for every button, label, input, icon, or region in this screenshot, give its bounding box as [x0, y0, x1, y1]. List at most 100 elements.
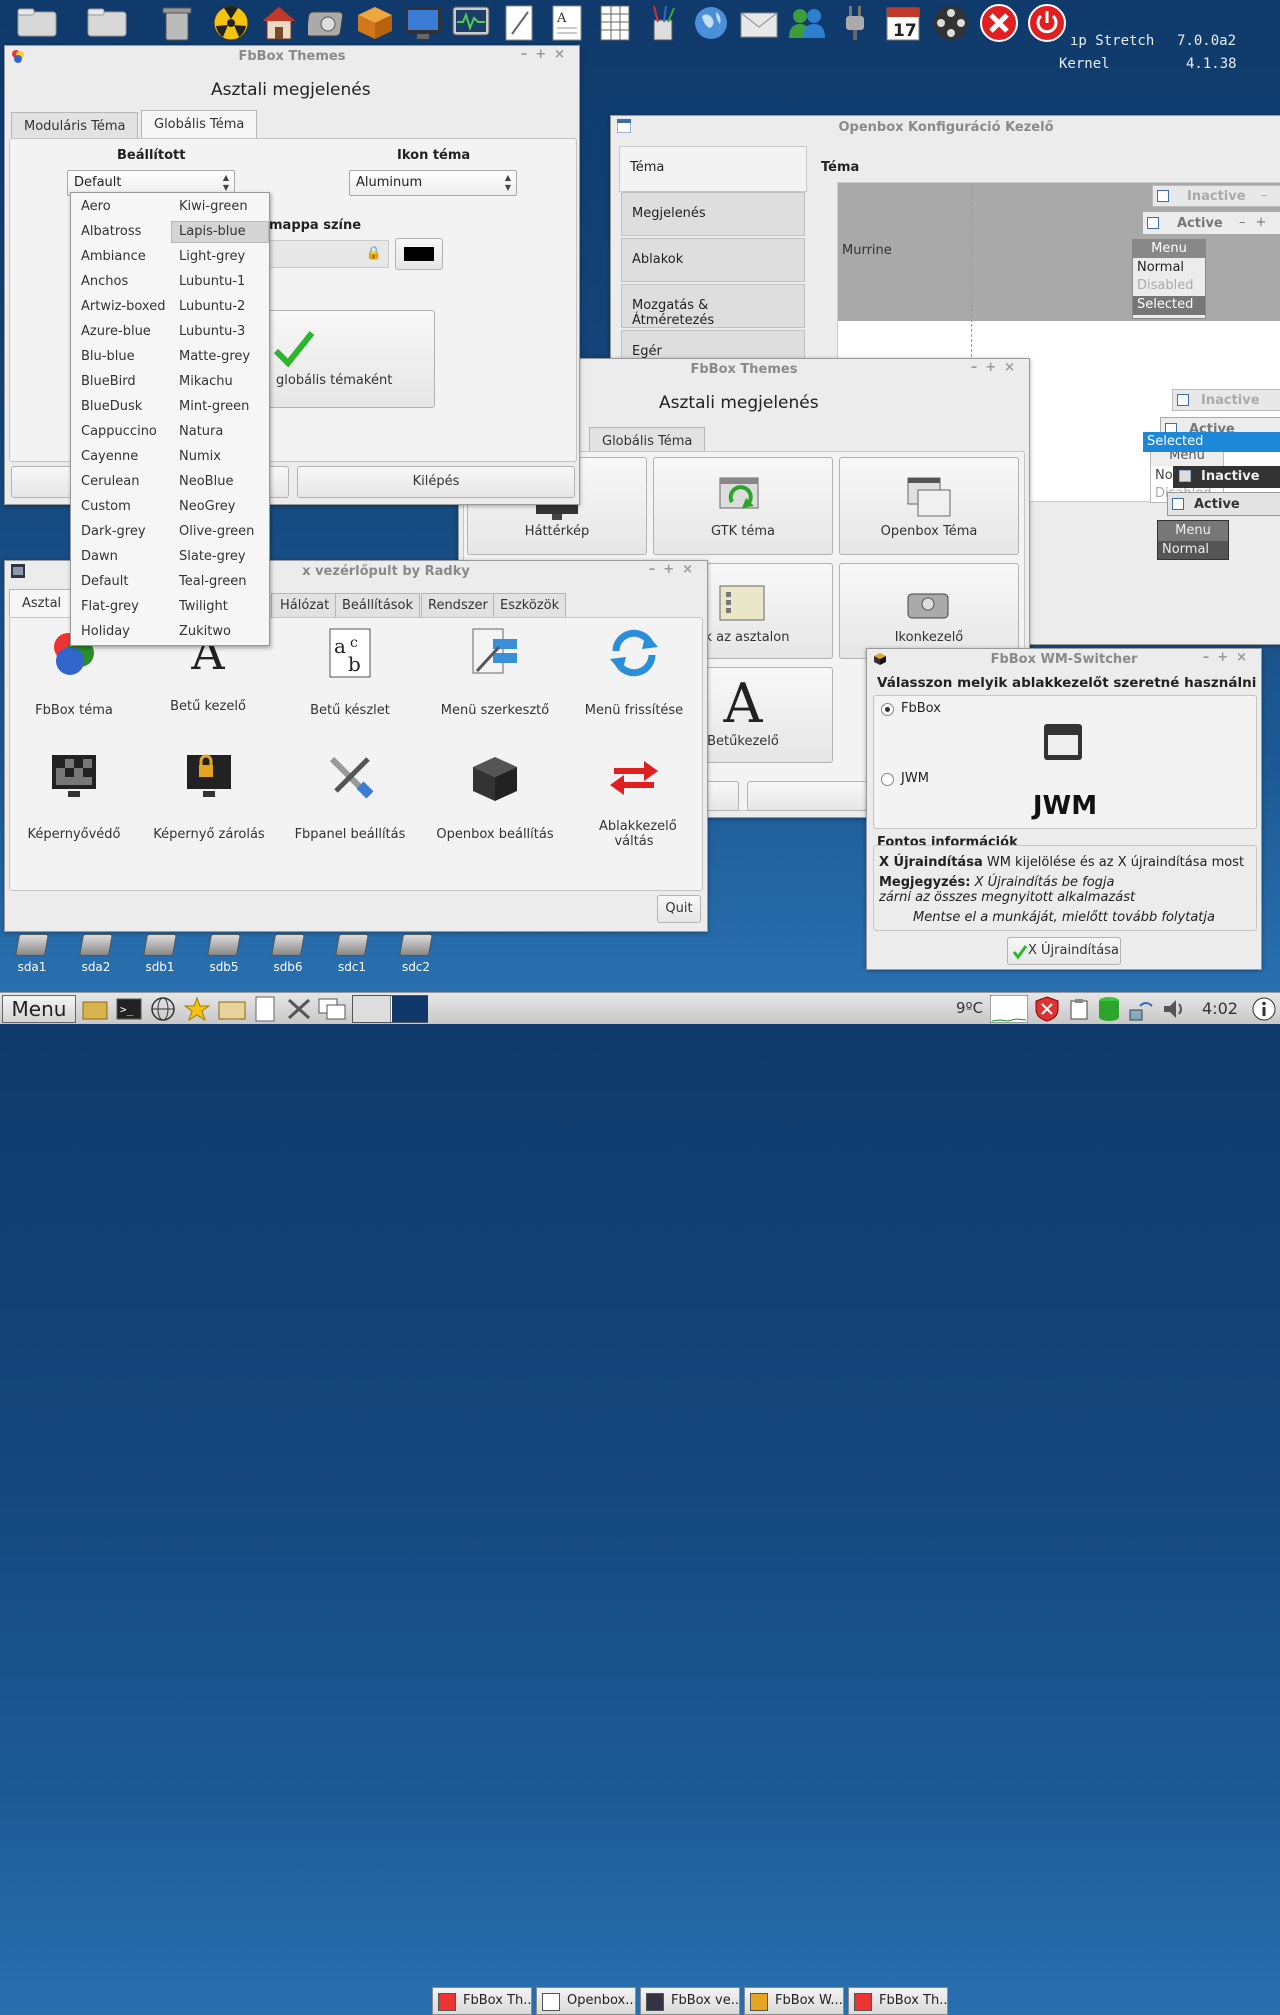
drive-icon-sdb6[interactable]: sdb6 — [266, 934, 310, 974]
ablakkezelo-valtas-item[interactable]: Ablakkezelő váltás — [575, 749, 693, 849]
home-icon[interactable] — [258, 2, 300, 44]
drive-icon-sda1[interactable]: sda1 — [10, 934, 54, 974]
tab-asztal[interactable]: Asztal — [9, 589, 75, 617]
dropdown-item[interactable]: Cerulean — [81, 474, 139, 489]
terminal-icon[interactable]: >_ — [116, 998, 142, 1020]
dropdown-item[interactable]: Zukitwo — [179, 624, 231, 639]
shield-icon[interactable] — [1034, 996, 1060, 1022]
drive-icon-sdc2[interactable]: sdc2 — [394, 934, 438, 974]
taskbar-task[interactable]: FbBox Th... — [432, 1987, 532, 2015]
package-icon[interactable] — [354, 2, 396, 44]
dropdown-item[interactable]: Holiday — [81, 624, 130, 639]
dropdown-item[interactable]: Lubuntu-1 — [179, 274, 245, 289]
dropdown-item[interactable]: Twilight — [179, 599, 228, 614]
dropdown-item[interactable]: BlueBird — [81, 374, 136, 389]
spreadsheet-icon[interactable] — [594, 2, 636, 44]
dropdown-item[interactable]: Default — [81, 574, 129, 589]
theme-dropdown-list[interactable]: Aero Albatross Ambiance Anchos Artwiz-boxed A… — [70, 192, 270, 646]
kepernyo-zarolas-item[interactable]: Képernyő zárolás — [149, 749, 269, 845]
globe-icon[interactable] — [690, 2, 732, 44]
x-restart-button[interactable]: X Újraindítása — [1007, 937, 1121, 965]
drive-icon-sdb5[interactable]: sdb5 — [202, 934, 246, 974]
dropdown-item[interactable]: Matte-grey — [179, 349, 250, 364]
tab-beallitasok[interactable]: Beállítások — [335, 593, 421, 617]
ob-sidebar-item-megjelenes[interactable]: Megjelenés — [621, 192, 805, 236]
text-editor-icon[interactable] — [498, 2, 540, 44]
clipboard-icon[interactable] — [1070, 998, 1088, 1020]
close-red-icon[interactable] — [978, 2, 1020, 44]
browser-globe-icon[interactable] — [150, 997, 176, 1021]
icon-theme-combo[interactable]: Aluminum ▲ ▼ — [349, 170, 517, 196]
dropdown-item[interactable]: Cappuccino — [81, 424, 157, 439]
tab-halozat[interactable]: Hálózat — [271, 593, 339, 617]
openbox-beallitas-item[interactable]: Openbox beállítás — [431, 749, 559, 845]
betu-keszlet-item[interactable]: a c b Betű készlet — [291, 625, 409, 721]
workspace-pager[interactable] — [352, 995, 428, 1023]
ob-sidebar-item-mozgatas[interactable]: Mozgatás & Átméretezés — [621, 284, 805, 328]
drive-icon-sdc1[interactable]: sdc1 — [330, 934, 374, 974]
dropdown-item[interactable]: NeoGrey — [179, 499, 236, 514]
dropdown-item[interactable]: Lapis-blue — [179, 224, 246, 239]
fbpanel-beallitas-item[interactable]: Fbpanel beállítás — [289, 749, 411, 845]
star-icon[interactable] — [184, 997, 210, 1021]
network-icon[interactable] — [1128, 996, 1154, 1022]
dropdown-item[interactable]: Albatross — [81, 224, 141, 239]
ikonkezelo-button[interactable]: Ikonkezelő — [839, 563, 1019, 659]
harddisk-icon[interactable] — [306, 2, 348, 44]
plug-icon[interactable] — [834, 2, 876, 44]
dropdown-item[interactable]: Mint-green — [179, 399, 249, 414]
tab-eszkozok[interactable]: Eszközök — [493, 593, 567, 617]
dropdown-item[interactable]: Flat-grey — [81, 599, 139, 614]
mail-icon[interactable] — [738, 2, 780, 44]
tab-rendszer[interactable]: Rendszer — [421, 593, 495, 617]
dropdown-item[interactable]: Light-grey — [179, 249, 245, 264]
folder-icon[interactable] — [82, 998, 108, 1020]
exit-button[interactable]: Kilépés — [297, 466, 575, 498]
dropdown-item[interactable]: Teal-green — [179, 574, 247, 589]
system-monitor-icon[interactable] — [450, 2, 492, 44]
database-icon[interactable] — [1098, 996, 1120, 1022]
volume-icon[interactable] — [1162, 997, 1188, 1021]
dropdown-item[interactable]: Slate-grey — [179, 549, 246, 564]
power-icon[interactable] — [1026, 2, 1068, 44]
openbox-tema-button[interactable]: Openbox Téma — [839, 457, 1019, 555]
dropdown-item[interactable]: Dawn — [81, 549, 118, 564]
drive-icon-sdb1[interactable]: sdb1 — [138, 934, 182, 974]
calendar-icon[interactable]: 17 — [882, 2, 924, 44]
taskbar-task[interactable]: FbBox ve... — [640, 1987, 740, 2015]
document-icon[interactable]: A — [546, 2, 588, 44]
info-icon[interactable] — [1252, 997, 1276, 1021]
drive-icon-sda2[interactable]: sda2 — [74, 934, 118, 974]
dropdown-item[interactable]: Natura — [179, 424, 223, 439]
kepernyovedo-item[interactable]: Képernyővédő — [19, 749, 129, 845]
dropdown-item[interactable]: Cayenne — [81, 449, 138, 464]
dropdown-item[interactable]: NeoBlue — [179, 474, 233, 489]
dropdown-item[interactable]: Numix — [179, 449, 221, 464]
ob-sidebar-item-ablakok[interactable]: Ablakok — [621, 238, 805, 282]
file-manager-icon[interactable] — [218, 998, 246, 1020]
ob-sidebar-item-tema[interactable]: Téma — [619, 146, 807, 192]
taskbar-task[interactable]: FbBox Th... — [848, 1987, 948, 2015]
dropdown-item[interactable]: Mikachu — [179, 374, 233, 389]
openbox-titlebar[interactable]: Openbox Konfiguráció Kezelő — [611, 116, 1280, 138]
tab-globalis-tema[interactable]: Globális Téma — [141, 110, 258, 138]
radiation-icon[interactable] — [210, 2, 252, 44]
cpu-graph-icon[interactable] — [990, 995, 1028, 1023]
taskbar-task[interactable]: Openbox... — [536, 1987, 636, 2015]
gtk-tema-button[interactable]: GTK téma — [653, 457, 833, 555]
dropdown-item[interactable]: Anchos — [81, 274, 128, 289]
folder-color-entry[interactable]: 🔒 — [267, 240, 389, 268]
start-menu-button[interactable]: Menu — [2, 995, 76, 1023]
taskbar-task[interactable]: FbBox W... — [744, 1987, 844, 2015]
tools-icon[interactable] — [286, 997, 312, 1021]
dropdown-item[interactable]: Lubuntu-2 — [179, 299, 245, 314]
dropdown-item[interactable]: Blu-blue — [81, 349, 135, 364]
quit-button[interactable]: Quit — [657, 895, 701, 923]
dropdown-item[interactable]: Custom — [81, 499, 131, 514]
tab-modularis-tema[interactable]: Moduláris Téma — [11, 112, 139, 138]
dropdown-item[interactable]: Aero — [81, 199, 111, 214]
color-picker-button[interactable] — [395, 238, 443, 270]
paint-icon[interactable] — [642, 2, 684, 44]
dropdown-item[interactable]: BlueDusk — [81, 399, 142, 414]
dropdown-item[interactable]: Artwiz-boxed — [81, 299, 165, 314]
